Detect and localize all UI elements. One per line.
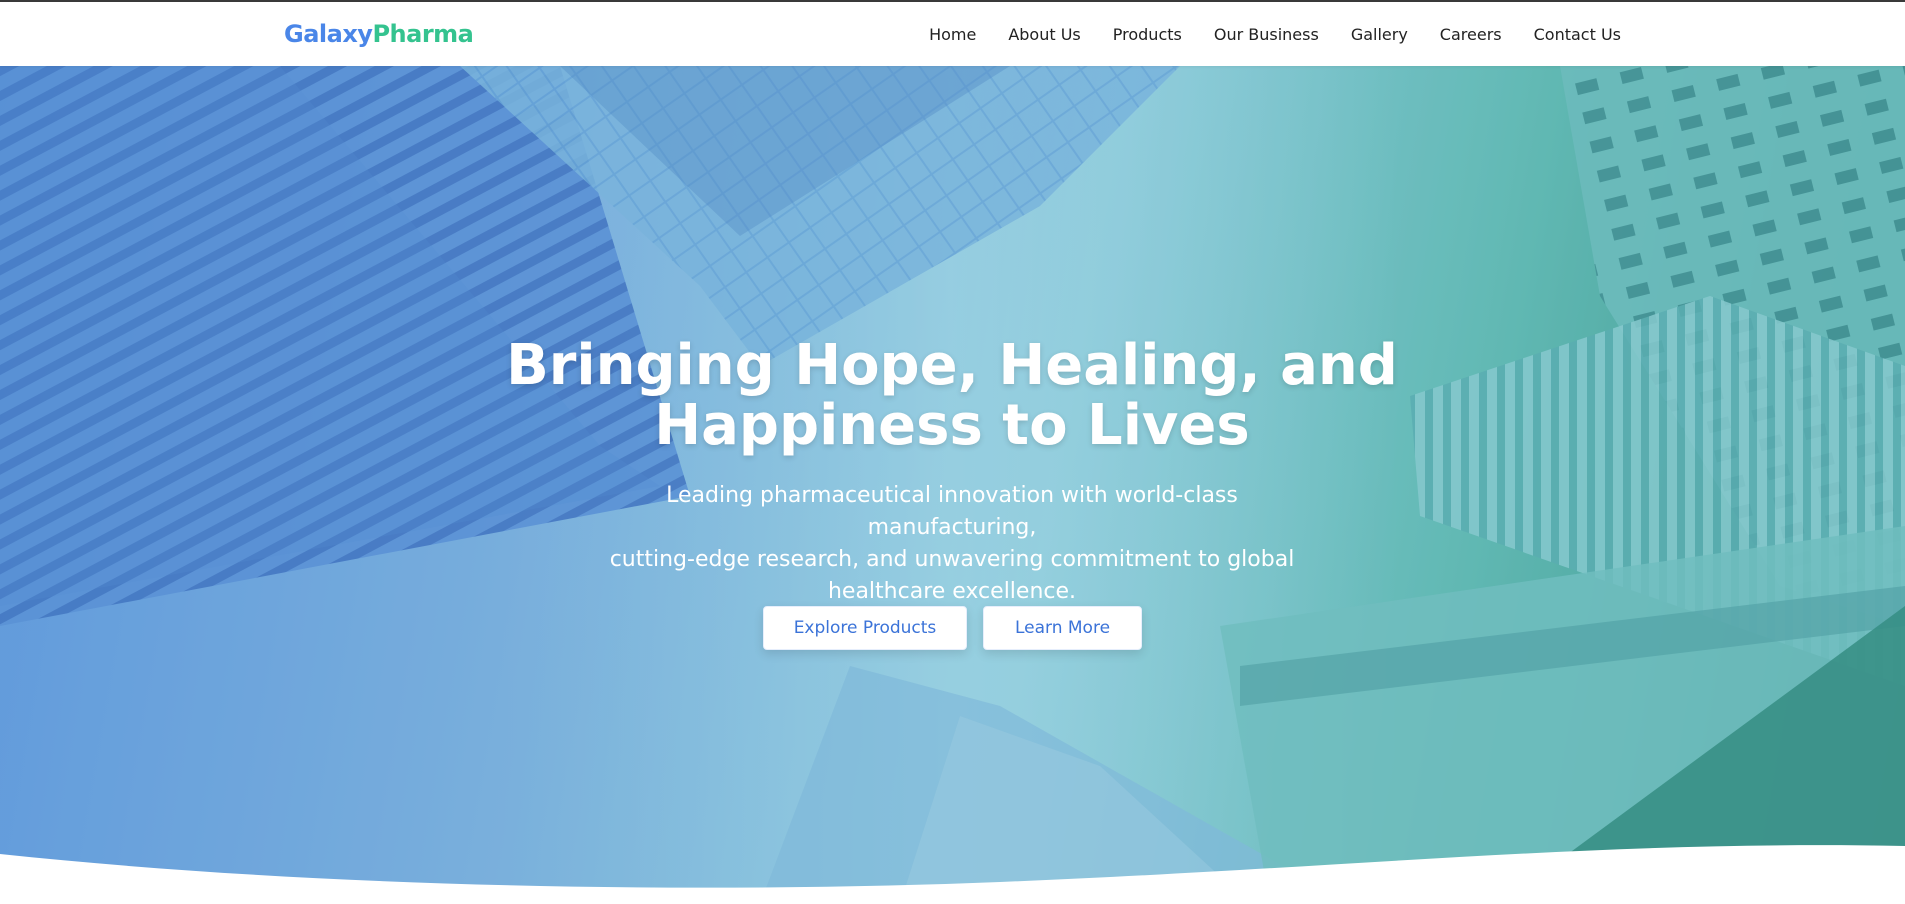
brand-logo[interactable]: GalaxyPharma <box>284 20 474 48</box>
hero-title-line2: Happiness to Lives <box>654 393 1250 458</box>
explore-products-button[interactable]: Explore Products <box>763 606 967 650</box>
nav-about-us[interactable]: About Us <box>1008 25 1080 44</box>
hero-subtitle-line2: cutting-edge research, and unwavering co… <box>609 547 1295 572</box>
learn-more-button[interactable]: Learn More <box>983 606 1142 650</box>
brand-logo-part1: Galaxy <box>284 20 373 48</box>
nav-home[interactable]: Home <box>929 25 976 44</box>
nav-products[interactable]: Products <box>1113 25 1182 44</box>
hero-subtitle-line1: Leading pharmaceutical innovation with w… <box>666 483 1238 540</box>
brand-logo-part2: Pharma <box>372 20 474 48</box>
nav-gallery[interactable]: Gallery <box>1351 25 1408 44</box>
main-nav: Home About Us Products Our Business Gall… <box>929 2 1621 66</box>
hero-section: Bringing Hope, Healing, and Happiness to… <box>0 66 1905 904</box>
site-header: GalaxyPharma Home About Us Products Our … <box>0 2 1905 66</box>
hero-title: Bringing Hope, Healing, and Happiness to… <box>502 336 1402 456</box>
nav-contact-us[interactable]: Contact Us <box>1534 25 1621 44</box>
hero-bottom-wave <box>0 845 1905 904</box>
nav-our-business[interactable]: Our Business <box>1214 25 1319 44</box>
nav-careers[interactable]: Careers <box>1440 25 1502 44</box>
hero-subtitle: Leading pharmaceutical innovation with w… <box>582 480 1322 608</box>
hero-subtitle-line3: healthcare excellence. <box>827 579 1077 604</box>
hero-title-line1: Bringing Hope, Healing, and <box>506 333 1398 398</box>
